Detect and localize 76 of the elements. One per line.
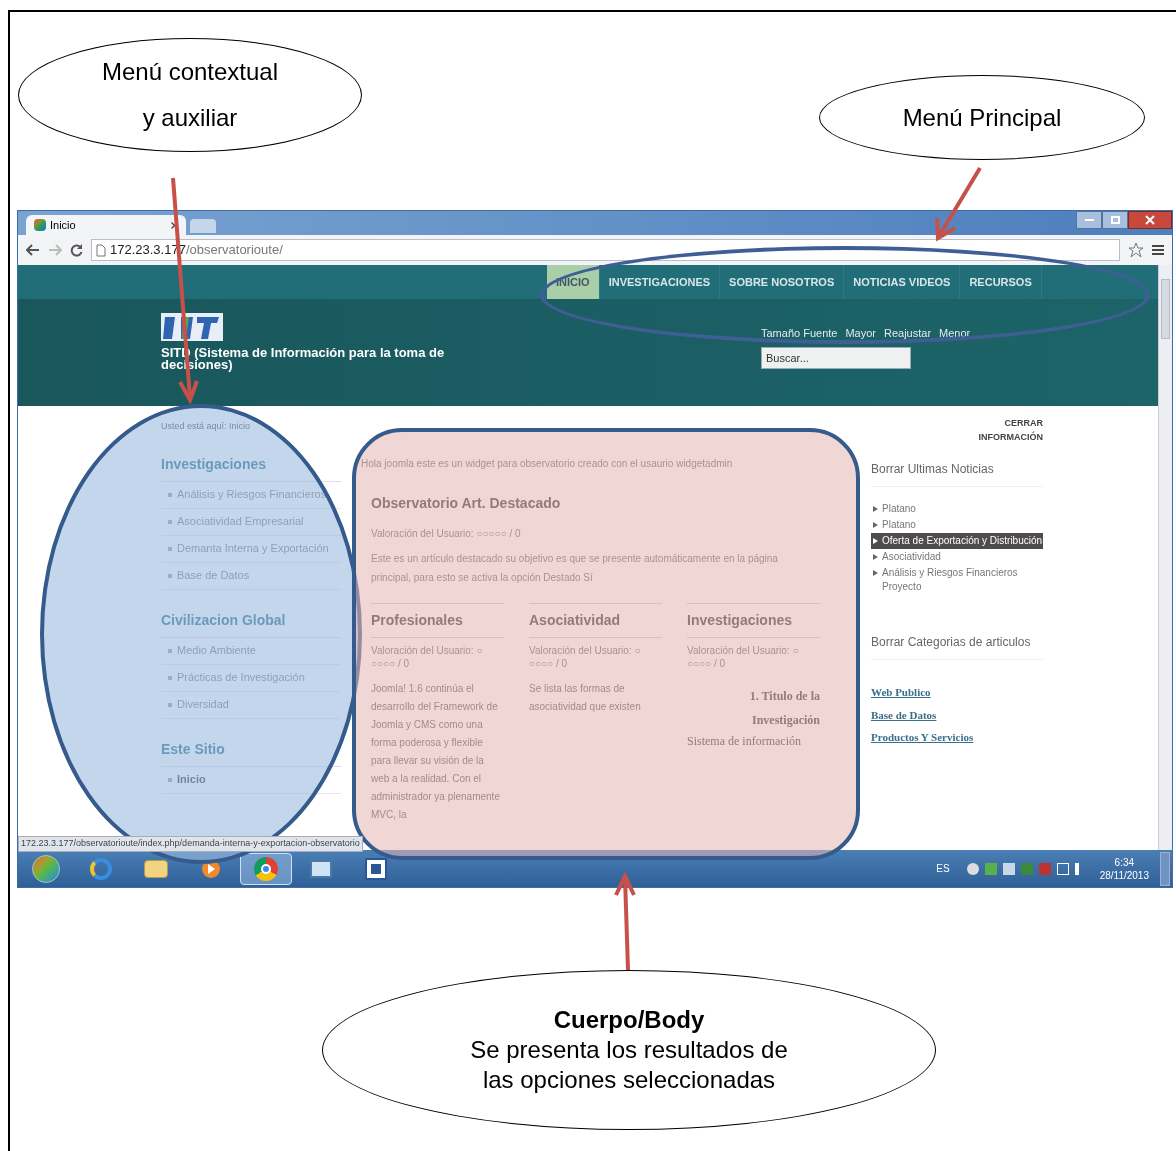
- logo-icon: [161, 313, 223, 341]
- close-icon[interactable]: [171, 221, 178, 229]
- breadcrumb: Usted está aquí: Inicio: [161, 420, 252, 433]
- nav-tab[interactable]: NOTICIAS VIDEOS: [844, 265, 961, 299]
- status-url: 172.23.3.177/observatorioute/index.php/demanda-interna-y-exportacion-observatorio: [18, 836, 363, 852]
- sidebar-heading: Civilizacion Global: [161, 609, 341, 638]
- article-title: Observatorio Art. Destacado: [371, 494, 562, 513]
- caret-icon: [873, 506, 878, 512]
- font-size-link[interactable]: Mayor: [845, 325, 876, 342]
- favicon-icon: [34, 219, 46, 231]
- nav-tab[interactable]: RECURSOS: [960, 265, 1042, 299]
- column-heading: Investigaciones: [687, 603, 820, 638]
- callout-title: Cuerpo/Body: [553, 1005, 705, 1035]
- callout-text: Menú Principal: [902, 102, 1062, 133]
- document-heading: 1. Titulo de la Investigación: [748, 688, 820, 729]
- user-rating: Valoración del Usuario: ○ ○○○○ / 0: [371, 644, 484, 670]
- news-item[interactable]: Platano: [871, 517, 1043, 533]
- font-size-link[interactable]: Menor: [939, 325, 971, 342]
- browser-tab[interactable]: Inicio: [26, 215, 186, 235]
- user-rating: Valoración del Usuario: ○ ○○○○ / 0: [687, 644, 800, 670]
- font-size-label: Tamaño Fuente: [761, 326, 838, 341]
- close-info-link[interactable]: CERRAR INFORMACIÓN: [963, 416, 1043, 444]
- menu-icon[interactable]: [1152, 244, 1164, 256]
- bullet-icon: [168, 573, 172, 578]
- category-link[interactable]: Productos Y Servicios: [871, 729, 1043, 746]
- chrome-icon[interactable]: [240, 852, 292, 885]
- intro-text: Hola joomla este es un widget para observatorio creado con el usaurio widgetadmin: [361, 457, 734, 471]
- sidebar-heading: Este Sitio: [161, 738, 341, 767]
- caret-icon: [873, 538, 878, 544]
- star-icon[interactable]: [1128, 242, 1144, 258]
- scrollbar[interactable]: [1158, 265, 1172, 850]
- close-button[interactable]: [1128, 211, 1172, 229]
- callout-text: y auxiliar: [142, 103, 238, 133]
- caret-icon: [873, 554, 878, 560]
- news-item[interactable]: Análisis y Riesgos Financieros Proyecto: [871, 565, 1043, 595]
- back-icon[interactable]: [26, 244, 40, 256]
- nav-tab[interactable]: SOBRE NOSOTROS: [720, 265, 845, 299]
- column-heading: Asociatividad: [529, 603, 662, 638]
- callout-text: las opciones seleccionadas: [482, 1065, 776, 1095]
- page-icon: [96, 243, 106, 257]
- category-link[interactable]: Base de Datos: [871, 706, 1043, 723]
- document-text: Sistema de información: [687, 733, 802, 750]
- font-size-link[interactable]: Reajustar: [884, 325, 932, 342]
- bullet-icon: [168, 675, 172, 680]
- user-rating: Valoración del Usuario: ○○○○○ / 0: [371, 527, 522, 541]
- category-link[interactable]: Web Publico: [871, 684, 1043, 701]
- article-text: Este es un artículo destacado su objetivo es que se presente automáticamente en la página principal, para esto se activa la opción Destado Sí: [371, 552, 779, 585]
- sidebar-heading: Investigaciones: [161, 453, 341, 482]
- bullet-icon: [168, 702, 172, 707]
- reload-icon[interactable]: [70, 243, 83, 257]
- module-heading: Borrar Categorias de articulos: [871, 633, 1043, 660]
- callout-text: Menú contextual: [101, 57, 279, 87]
- callout-text: Se presenta los resultados de: [470, 1035, 788, 1065]
- news-item[interactable]: Asociatividad: [871, 549, 1043, 565]
- bullet-icon: [168, 546, 172, 551]
- sidebar-link[interactable]: Inicio: [161, 766, 341, 794]
- search-field[interactable]: Buscar...: [761, 346, 911, 369]
- column-heading: Profesionales: [371, 603, 504, 638]
- bullet-icon: [168, 519, 172, 524]
- module-heading: Borrar Ultimas Noticias: [871, 460, 1043, 487]
- article-text: Se lista las formas de asociatividad que existen: [529, 682, 642, 714]
- language-indicator[interactable]: ES: [936, 861, 950, 876]
- article-text: Joomla! 1.6 continúa el desarrollo del Framework de Joomla y CMS como una forma poderosa y flexible para llevar su visión de la web a la realidad. Con el administrador ya plenamente MVC, la: [371, 682, 501, 822]
- user-rating: Valoración del Usuario: ○ ○○○○ / 0: [529, 644, 642, 670]
- caret-icon: [873, 570, 878, 576]
- nav-tab[interactable]: INVESTIGACIONES: [599, 265, 721, 299]
- bullet-icon: [168, 492, 172, 497]
- bullet-icon: [168, 648, 172, 653]
- clock[interactable]: 6:34 28/11/2013: [1099, 855, 1149, 882]
- caret-icon: [873, 522, 878, 528]
- news-item[interactable]: Platano: [871, 501, 1043, 517]
- maximize-button[interactable]: [1102, 211, 1128, 229]
- minimize-button[interactable]: [1076, 211, 1102, 229]
- close-icon: [1145, 215, 1155, 225]
- news-item[interactable]: Oferta de Exportación y Distribución: [871, 533, 1043, 549]
- bullet-icon: [168, 777, 172, 782]
